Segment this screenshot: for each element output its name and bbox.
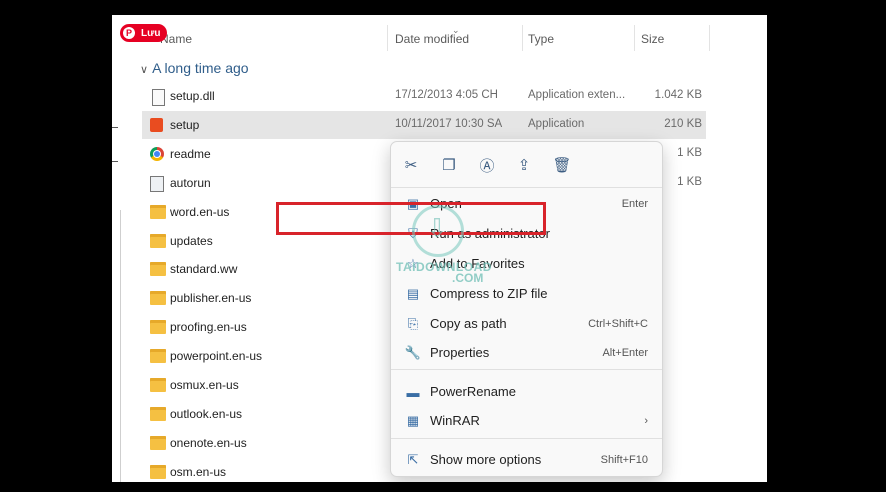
cut-icon: ✂ [404, 157, 418, 174]
wrench-icon: 🔧 [404, 345, 422, 360]
download-arrow-icon: ⇩ [426, 212, 448, 243]
rename-button[interactable]: Ⓐ [477, 155, 497, 175]
column-separator[interactable] [522, 25, 523, 51]
menu-item-powerrename[interactable]: ▬ PowerRename [401, 379, 652, 405]
column-separator[interactable] [634, 25, 635, 51]
file-name: proofing.en-us [170, 320, 247, 335]
menu-divider [391, 438, 662, 439]
column-separator[interactable] [387, 25, 388, 51]
menu-item-shortcut: Enter [621, 198, 648, 210]
file-name: setup [170, 117, 200, 132]
menu-divider [391, 187, 662, 188]
file-date: 10/11/2017 10:30 SA [395, 117, 503, 130]
column-separator[interactable] [709, 25, 710, 51]
menu-item-label: PowerRename [430, 384, 516, 399]
column-size[interactable]: Size [641, 32, 664, 46]
file-name: setup.dll [170, 89, 215, 103]
nav-tick [112, 127, 118, 128]
pinterest-save-button[interactable]: P Lưu [120, 24, 167, 42]
copy-icon: ❐ [442, 157, 456, 174]
folder-icon [150, 320, 166, 335]
group-header[interactable]: ∨ A long time ago [140, 60, 249, 76]
menu-divider [391, 369, 662, 370]
file-name: readme [170, 146, 211, 161]
file-size: 1.042 KB [654, 89, 702, 101]
menu-item-shortcut: Ctrl+Shift+C [588, 318, 648, 330]
folder-icon [150, 233, 166, 248]
menu-item-show-more-options[interactable]: ⇱ Show more options Shift+F10 [401, 447, 652, 473]
powerrename-icon: ▬ [406, 384, 420, 400]
menu-item-properties[interactable]: 🔧 Properties Alt+Enter [401, 340, 652, 366]
file-name: outlook.en-us [170, 406, 243, 421]
share-icon: ⇪ [517, 157, 531, 174]
inf-icon [150, 175, 164, 192]
menu-item-compress-to-zip-file[interactable]: ▤ Compress to ZIP file [401, 281, 652, 307]
copy-button[interactable]: ❐ [439, 155, 459, 175]
menu-item-copy-as-path[interactable]: ⎘ Copy as path Ctrl+Shift+C [401, 311, 652, 337]
cut-button[interactable]: ✂ [401, 155, 421, 175]
more-options-icon: ⇱ [407, 452, 419, 467]
chevron-down-icon: ∨ [140, 64, 149, 76]
folder-icon [150, 435, 166, 450]
menu-item-label: WinRAR [430, 413, 480, 428]
nav-divider [120, 210, 121, 482]
watermark-text-domain: .COM [452, 271, 484, 285]
file-type: Application [528, 117, 585, 130]
context-menu: ✂ ❐ Ⓐ ⇪ 🗑 ▣ Open Enter ⛨ Run as administrator ☆ Ad… [390, 141, 663, 477]
pinterest-icon: P [123, 27, 135, 39]
share-button[interactable]: ⇪ [514, 155, 534, 175]
folder-icon [150, 291, 166, 306]
menu-item-label: Properties [430, 345, 490, 360]
copy-path-icon: ⎘ [407, 316, 419, 331]
file-name: standard.ww [170, 262, 238, 277]
pinterest-save-label: Lưu [141, 27, 161, 39]
file-type: Application exten... [528, 89, 626, 101]
menu-item-shortcut: Alt+Enter [602, 347, 648, 359]
file-name: publisher.en-us [170, 291, 252, 306]
column-header: Name ⌄ Date modified Type Size [112, 15, 767, 59]
file-size: 210 KB [664, 117, 702, 130]
folder-icon [150, 464, 166, 479]
rename-icon: Ⓐ [479, 157, 495, 175]
folder-icon [150, 204, 166, 219]
file-name: onenote.en-us [170, 435, 247, 450]
group-label: A long time ago [152, 60, 249, 76]
file-name: updates [170, 233, 213, 248]
menu-item-winrar[interactable]: ▦ WinRAR › [401, 408, 652, 434]
file-name: osmux.en-us [170, 378, 239, 392]
menu-item-label: Compress to ZIP file [430, 286, 548, 301]
folder-icon [150, 262, 166, 277]
menu-item-label: Show more options [430, 452, 542, 467]
delete-icon: 🗑 [552, 157, 572, 174]
folder-icon [150, 406, 166, 421]
folder-icon [150, 378, 166, 392]
file-row[interactable]: setup.dll 17/12/2013 4:05 CH Application e… [142, 82, 706, 110]
folder-icon [150, 349, 166, 364]
file-name: autorun [170, 175, 211, 190]
column-date-modified[interactable]: Date modified [395, 32, 469, 46]
menu-item-shortcut: › [644, 415, 648, 427]
file-row[interactable]: setup 10/11/2017 10:30 SA Application 210 K… [142, 110, 706, 139]
zip-icon: ▤ [406, 286, 420, 301]
navigation-pane-edge [112, 15, 122, 482]
column-type[interactable]: Type [528, 32, 554, 46]
file-date: 17/12/2013 4:05 CH [395, 89, 498, 101]
menu-item-shortcut: Shift+F10 [600, 454, 648, 466]
delete-button[interactable]: 🗑 [552, 155, 572, 175]
run-as-admin-highlight-box [276, 202, 546, 235]
file-name: powerpoint.en-us [170, 349, 263, 364]
file-icon [152, 89, 165, 106]
winrar-icon: ▦ [406, 413, 420, 428]
menu-item-label: Copy as path [430, 316, 507, 331]
file-name: word.en-us [170, 204, 230, 219]
nav-tick [112, 161, 118, 162]
office-icon [150, 117, 163, 132]
chrome-icon [150, 146, 164, 161]
file-name: osm.en-us [170, 464, 227, 479]
